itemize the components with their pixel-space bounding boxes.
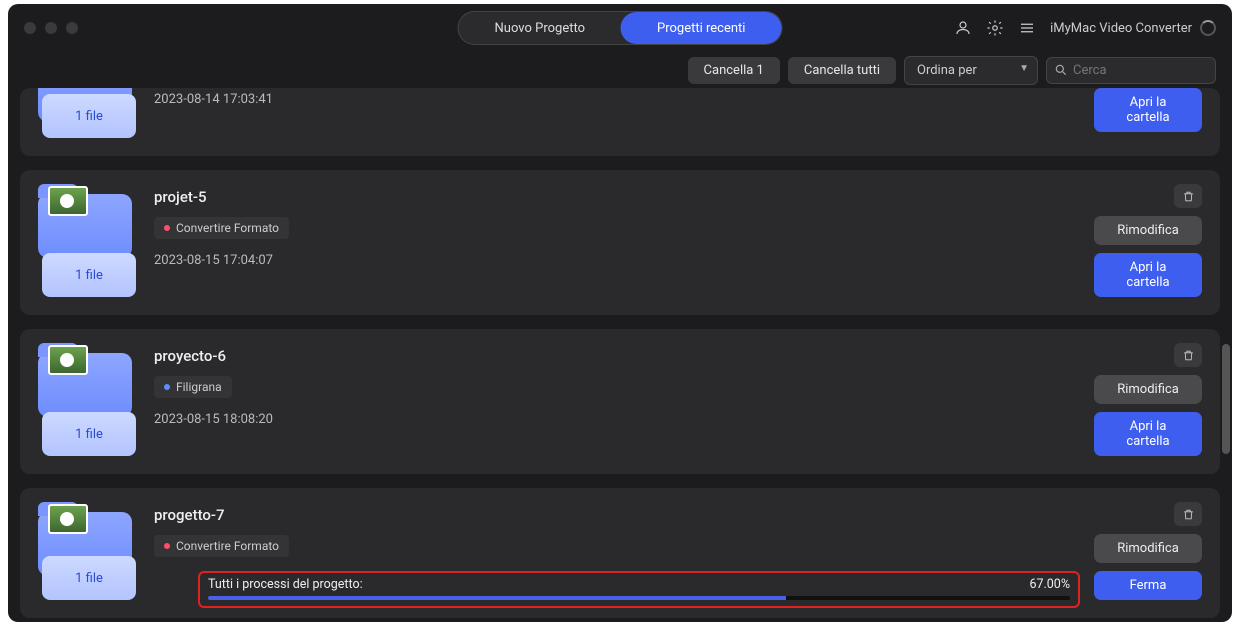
projects-list: 1 file 2023-08-14 17:03:41 Apri la carte… [8,88,1232,622]
tag-dot-icon [164,543,170,549]
tab-recent-projects[interactable]: Progetti recenti [621,12,781,44]
gear-icon[interactable] [986,19,1004,37]
project-tag: Convertire Formato [154,217,289,239]
project-name: progetto-7 [154,506,1060,524]
user-icon[interactable] [954,19,972,37]
sort-by-dropdown[interactable]: Ordina per [904,56,1038,85]
search-input[interactable] [1046,57,1216,84]
progress-label: Tutti i processi del progetto: [208,577,363,592]
app-title-label: iMyMac Video Converter [1050,21,1192,36]
project-timestamp: 2023-08-15 17:04:07 [154,253,1060,268]
project-name: proyecto-6 [154,347,1060,365]
file-count-label: 1 file [42,253,136,297]
tag-label: Convertire Formato [176,539,279,553]
open-folder-button[interactable]: Apri la cartella [1094,253,1202,297]
video-thumb-icon [48,186,88,216]
tag-dot-icon [164,384,170,390]
project-timestamp: 2023-08-14 17:03:41 [154,92,1060,107]
remod-button[interactable]: Rimodifica [1094,375,1202,404]
project-tag: Convertire Formato [154,535,289,557]
close-window-dot[interactable] [24,22,36,34]
project-info: proyecto-6 Filigrana 2023-08-15 18:08:20 [154,343,1060,456]
open-folder-button[interactable]: Apri la cartella [1094,412,1202,456]
folder-thumb: 1 file [38,353,132,456]
tag-label: Convertire Formato [176,221,279,235]
project-actions: Rimodifica Apri la cartella [1082,184,1202,297]
window-controls [24,22,78,34]
project-actions: Apri la cartella [1082,88,1202,138]
delete-button[interactable] [1174,184,1202,208]
minimize-window-dot[interactable] [45,22,57,34]
file-count-label: 1 file [42,556,136,600]
stop-button[interactable]: Ferma [1094,571,1202,600]
maximize-window-dot[interactable] [66,22,78,34]
search-icon [1054,63,1068,77]
project-card: 1 file 2023-08-14 17:03:41 Apri la carte… [20,88,1220,156]
project-info: projet-5 Convertire Formato 2023-08-15 1… [154,184,1060,297]
cancel-one-button[interactable]: Cancella 1 [688,57,780,84]
app-title: iMyMac Video Converter [1050,20,1216,36]
progress-fill [208,596,786,600]
main-tab-group: Nuovo Progetto Progetti recenti [458,11,783,45]
search-field-wrap [1046,57,1216,84]
project-timestamp: 2023-08-15 18:08:20 [154,412,1060,427]
scrollbar-thumb[interactable] [1222,344,1230,454]
file-count-label: 1 file [42,94,136,138]
project-info: 2023-08-14 17:03:41 [154,88,1060,138]
app-window: Nuovo Progetto Progetti recenti iMyMac V… [8,4,1232,622]
open-folder-button[interactable]: Apri la cartella [1094,88,1202,132]
file-count-label: 1 file [42,412,136,456]
project-card: 1 file progetto-7 Convertire Formato Rim… [20,488,1220,618]
project-actions: Rimodifica Ferma [1082,502,1202,600]
tag-dot-icon [164,225,170,231]
project-tag: Filigrana [154,376,232,398]
tag-label: Filigrana [176,380,222,394]
project-actions: Rimodifica Apri la cartella [1082,343,1202,456]
remod-button[interactable]: Rimodifica [1094,216,1202,245]
remod-button[interactable]: Rimodifica [1094,534,1202,563]
title-bar: Nuovo Progetto Progetti recenti iMyMac V… [8,4,1232,52]
video-thumb-icon [48,504,88,534]
project-name: projet-5 [154,188,1060,206]
folder-thumb: 1 file [38,512,132,600]
progress-percent: 67.00% [1029,577,1070,592]
cancel-all-button[interactable]: Cancella tutti [788,57,896,84]
progress-panel: Tutti i processi del progetto: 67.00% [198,571,1080,608]
progress-bar [208,596,1070,600]
loading-spinner-icon [1200,20,1216,36]
tab-new-project[interactable]: Nuovo Progetto [459,12,621,44]
delete-button[interactable] [1174,343,1202,367]
folder-thumb: 1 file [38,88,132,138]
folder-thumb: 1 file [38,194,132,297]
action-toolbar: Cancella 1 Cancella tutti Ordina per [8,52,1232,88]
menu-icon[interactable] [1018,19,1036,37]
delete-button[interactable] [1174,502,1202,526]
project-card: 1 file projet-5 Convertire Formato 2023-… [20,170,1220,315]
project-card: 1 file proyecto-6 Filigrana 2023-08-15 1… [20,329,1220,474]
video-thumb-icon [48,345,88,375]
